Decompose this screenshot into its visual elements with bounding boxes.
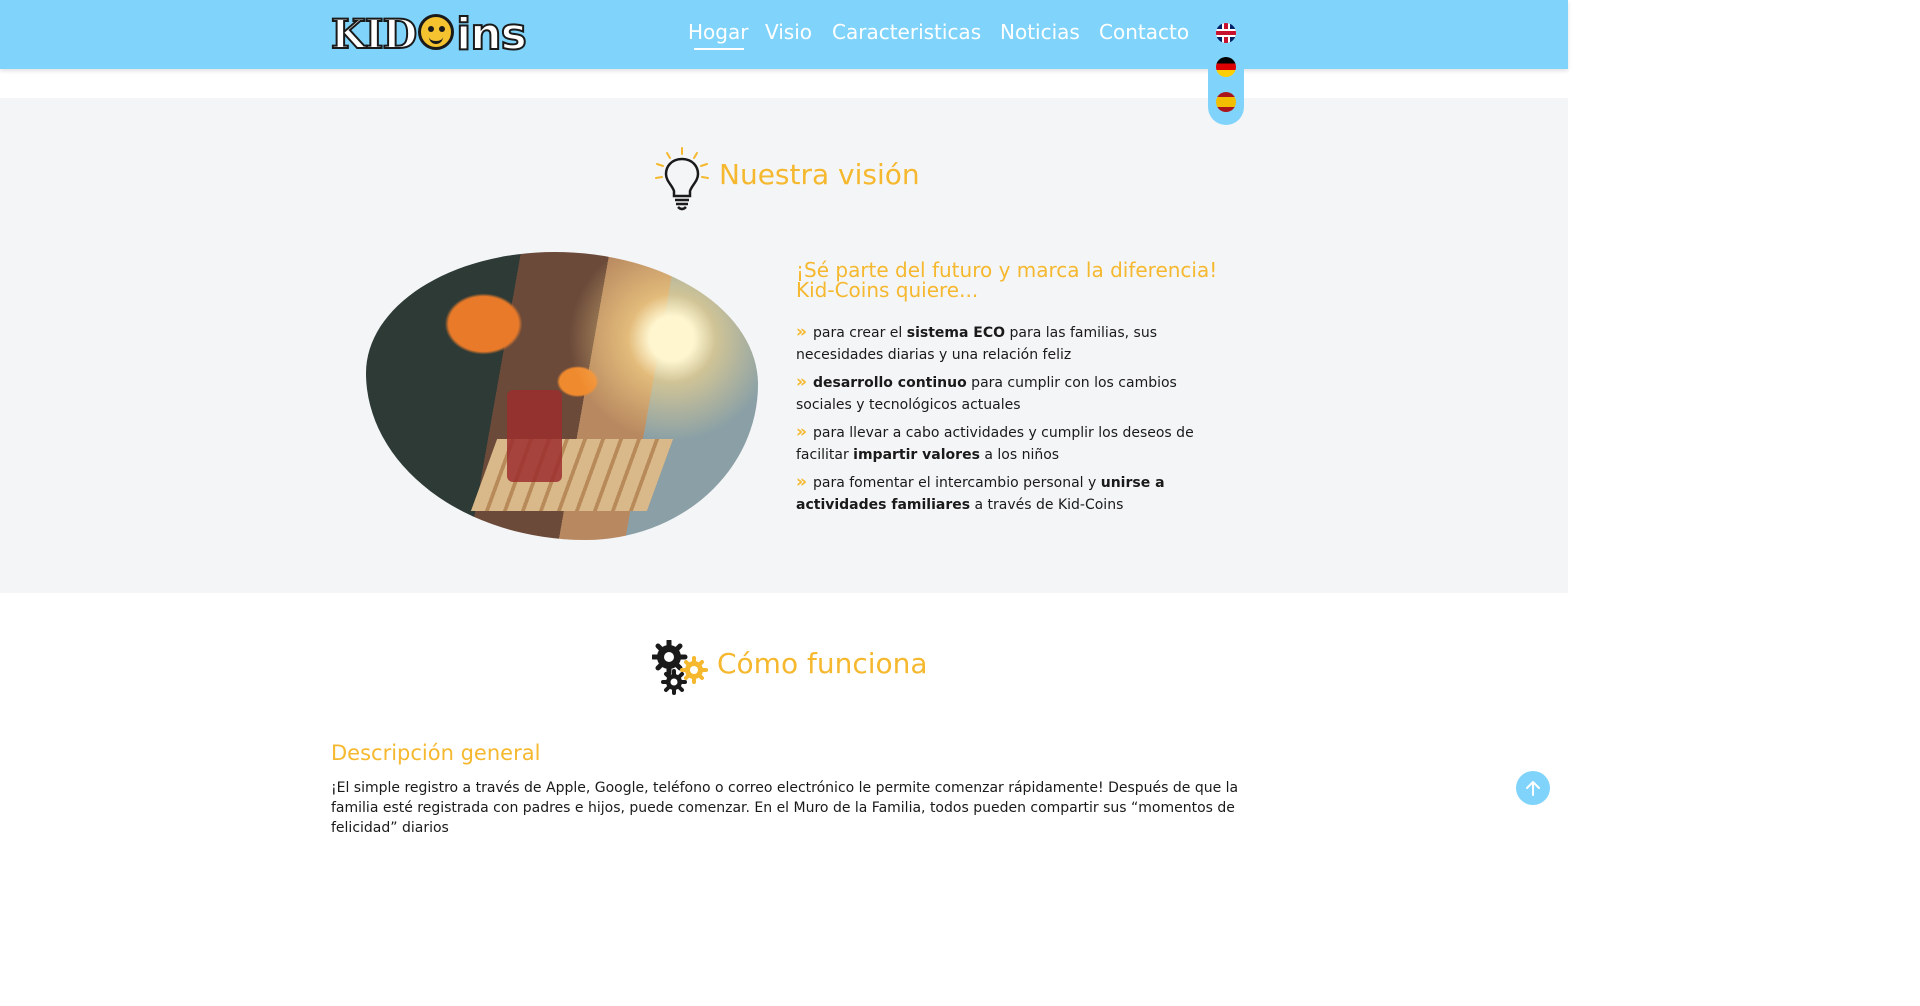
vision-subtitle: ¡Sé parte del futuro y marca la diferenc…: [796, 258, 1218, 302]
header-spacer: [0, 69, 1568, 98]
language-switcher: [1208, 14, 1244, 125]
site-header: KID ins Hogar Visio Caracteristicas Noti…: [0, 0, 1568, 69]
chevron-right-icon: »: [796, 372, 807, 392]
chevron-right-icon: »: [796, 422, 807, 442]
nav-caracteristicas[interactable]: Caracteristicas: [832, 20, 981, 44]
logo-kid-text: KID: [330, 10, 418, 59]
scroll-to-top-button[interactable]: [1516, 771, 1550, 805]
uk-flag-icon[interactable]: [1216, 23, 1236, 43]
nav-contacto[interactable]: Contacto: [1099, 20, 1189, 44]
lightbulb-icon: [655, 147, 709, 211]
arrow-up-icon: [1526, 781, 1540, 796]
list-item: » para fomentar el intercambio personal y…: [796, 472, 1165, 513]
chevron-right-icon: »: [796, 322, 807, 342]
nav-hogar[interactable]: Hogar: [688, 20, 748, 50]
list-item: » para llevar a cabo actividades y cumpli…: [796, 422, 1194, 463]
how-it-works-title: Cómo funciona: [717, 647, 928, 680]
spain-flag-icon[interactable]: [1216, 92, 1236, 112]
vision-title: Nuestra visión: [719, 158, 920, 191]
overview-text: ¡El simple registro a través de Apple, G…: [331, 780, 1239, 836]
overview-title: Descripción general: [331, 741, 541, 765]
germany-flag-icon[interactable]: [1216, 57, 1236, 77]
kidcoins-logo[interactable]: KID ins: [330, 8, 528, 61]
vision-list: » para crear el sistema ECO para las fami…: [796, 321, 1236, 521]
nav-visio[interactable]: Visio: [765, 20, 812, 44]
coin-mascot-icon: [418, 14, 455, 50]
gears-icon: [652, 640, 708, 695]
logo-ins-text: ins: [455, 8, 528, 61]
chevron-right-icon: »: [796, 472, 807, 492]
list-item: » para crear el sistema ECO para las fami…: [796, 322, 1158, 363]
nav-noticias[interactable]: Noticias: [1000, 20, 1080, 44]
list-item: » desarrollo continuo para cumplir con lo…: [796, 372, 1177, 413]
